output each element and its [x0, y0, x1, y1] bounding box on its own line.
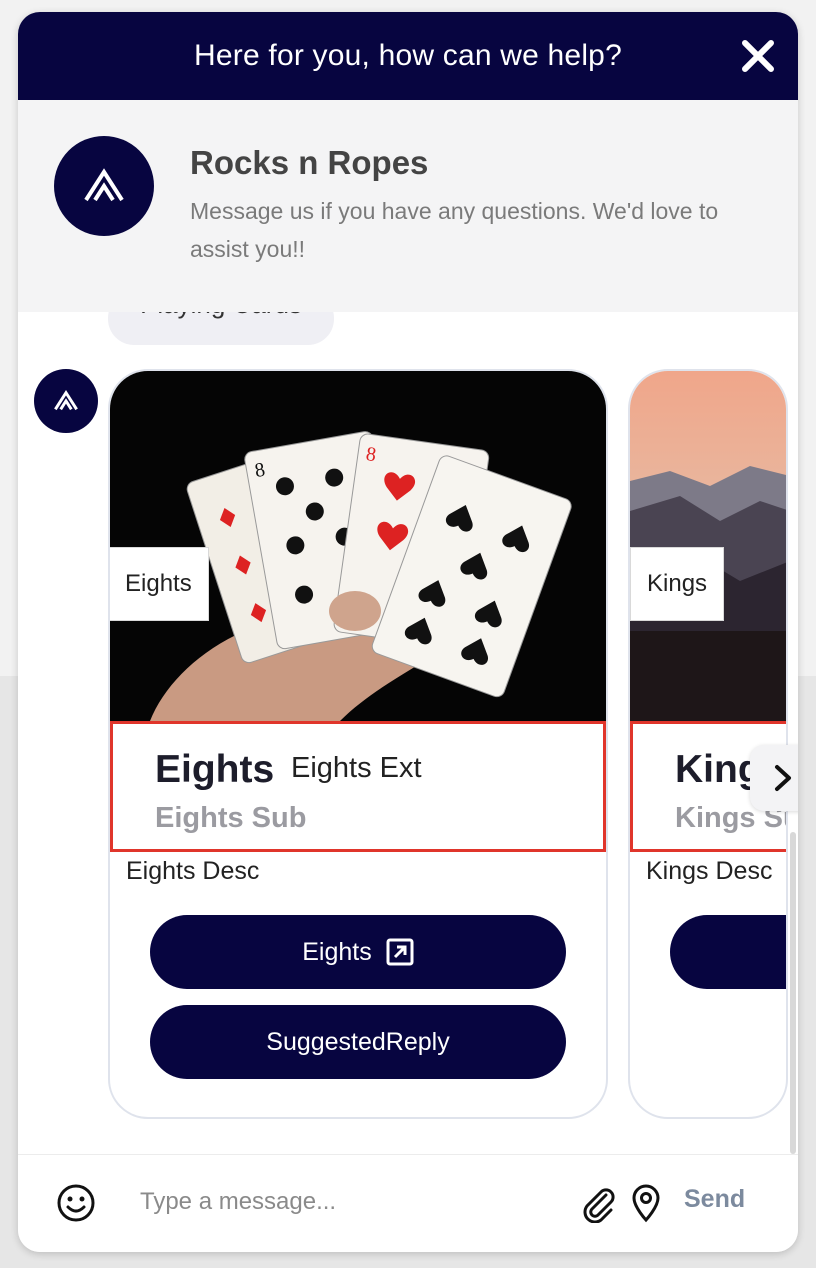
card-image-tag-label: Eights [125, 570, 192, 597]
card-image-playing-cards: 8 8 Eights [110, 371, 606, 721]
brand-logo-icon [54, 390, 78, 411]
brand-logo-icon [84, 168, 124, 202]
suggested-reply-button[interactable]: SuggestedReply [150, 1005, 566, 1079]
previous-message-text: Playing Cards [108, 312, 334, 322]
carousel-card-kings: Kings Kings Kings Sub Kings Desc [628, 369, 788, 1119]
carousel-next-button[interactable] [750, 745, 798, 811]
bot-avatar [34, 369, 98, 433]
emoji-icon[interactable] [56, 1183, 96, 1223]
message-scrollbar[interactable] [790, 832, 796, 1154]
brand-greeting: Message us if you have any questions. We… [190, 198, 719, 262]
card-description: Eights Desc [126, 857, 260, 885]
chat-widget: Here for you, how can we help? Rocks n R… [18, 12, 798, 1252]
brand-avatar [54, 136, 154, 236]
close-icon[interactable] [740, 38, 776, 74]
card-link-button-label: Eights [302, 937, 372, 966]
external-link-icon [386, 938, 414, 966]
send-button[interactable]: Send [684, 1185, 745, 1214]
message-input[interactable] [140, 1177, 560, 1227]
brand-name: Rocks n Ropes [190, 144, 429, 181]
message-composer: Send [18, 1154, 798, 1252]
card-title: Eights [155, 748, 275, 791]
card-title-ext: Eights Ext [291, 752, 422, 784]
card-subtitle: Eights Sub [155, 802, 307, 834]
location-pin-icon[interactable] [630, 1183, 662, 1223]
chat-title: Here for you, how can we help? [194, 39, 622, 72]
card-image-mountains: Kings [630, 371, 786, 721]
chat-header: Rocks n Ropes Message us if you have any… [18, 100, 798, 312]
card-image-tag: Eights [110, 547, 209, 621]
previous-message-bubble: Playing Cards [108, 312, 334, 345]
card-description: Kings Desc [646, 857, 773, 885]
chat-top-bar: Here for you, how can we help? [18, 12, 798, 100]
chevron-right-icon [775, 765, 791, 791]
card-link-button-eights[interactable]: Eights [150, 915, 566, 989]
attachment-icon[interactable] [578, 1183, 618, 1224]
message-list: Playing Cards [18, 312, 798, 1154]
card-title-box: Eights Eights Ext Eights Sub [110, 721, 606, 852]
card-image-tag: Kings [630, 547, 725, 621]
suggested-reply-label: SuggestedReply [266, 1027, 450, 1056]
card-link-button-kings[interactable] [670, 915, 786, 989]
carousel-card-eights: 8 8 Eights Eights Eights Ext Eights Sub … [108, 369, 608, 1119]
card-image-tag-label: Kings [647, 570, 708, 597]
